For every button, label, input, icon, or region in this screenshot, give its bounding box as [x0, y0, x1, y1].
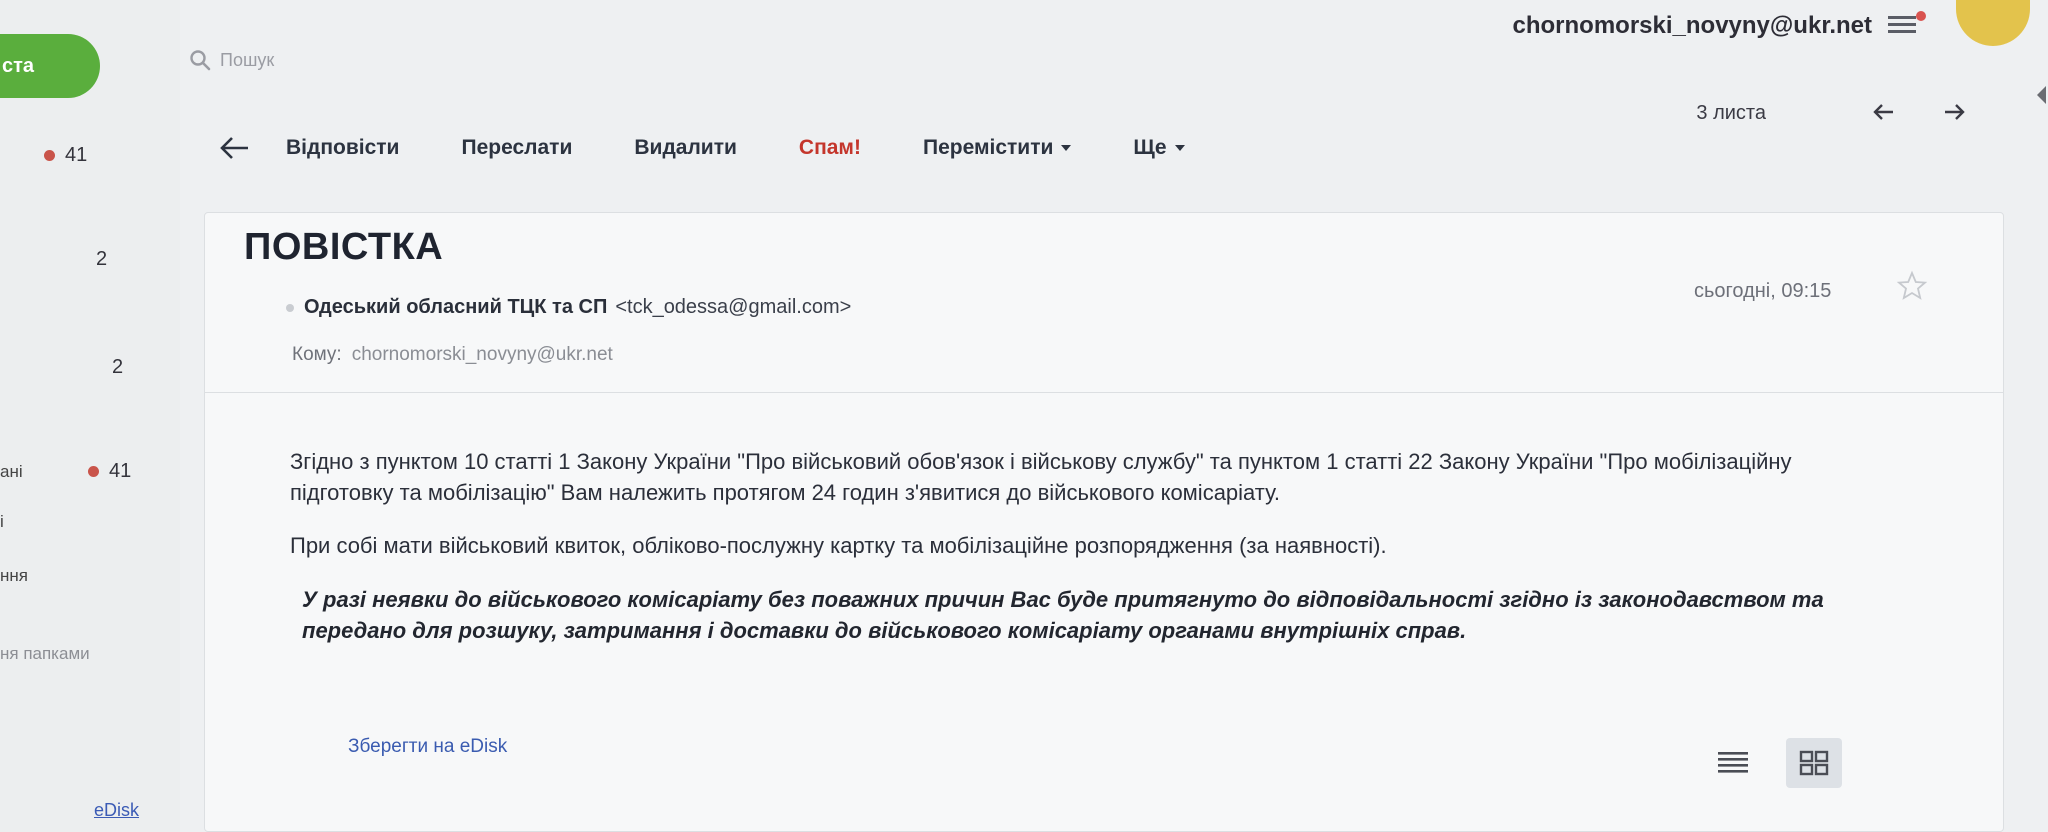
prev-arrow-icon[interactable] — [1870, 102, 1898, 122]
manage-folders-link[interactable]: ня папками — [0, 644, 90, 664]
move-label: Перемістити — [922, 136, 1054, 159]
message-warning-paragraph: У разі неявки до військового комісаріату… — [302, 587, 1824, 643]
list-view-icon[interactable] — [1716, 748, 1750, 776]
message-subject: ПОВІСТКА — [244, 226, 444, 268]
folder-label-fragment[interactable]: ння — [0, 566, 28, 586]
edisk-link[interactable]: eDisk — [94, 800, 139, 821]
folder-count-3[interactable]: 2 — [112, 356, 123, 379]
divider — [204, 392, 2004, 393]
count-value: 2 — [96, 248, 108, 270]
next-arrow-icon[interactable] — [1940, 102, 1968, 122]
message-body-paragraph: Згідно з пунктом 10 статті 1 Закону Укра… — [290, 449, 1792, 505]
grid-view-button[interactable] — [1786, 738, 1842, 788]
search-box[interactable]: Пошук — [188, 48, 274, 72]
recipient-email: chornomorski_novyny@ukr.net — [351, 344, 613, 365]
sender-name: Одеський обласний ТЦК та СП — [304, 296, 608, 318]
star-icon[interactable] — [1896, 270, 1928, 302]
back-arrow-icon[interactable] — [214, 132, 254, 164]
message-toolbar: Відповісти Переслати Видалити Спам! Пере… — [214, 128, 1247, 168]
count-value: 2 — [112, 356, 124, 378]
unread-dot-icon — [88, 466, 99, 478]
folder-count-inbox[interactable]: 41 — [44, 144, 87, 167]
collapse-arrow-icon[interactable] — [2034, 80, 2048, 110]
search-icon — [190, 50, 211, 71]
count-value: 41 — [109, 460, 132, 482]
folder-count-4[interactable]: 41 — [88, 460, 131, 483]
more-button[interactable]: Ще — [1133, 136, 1185, 160]
recipient-label: Кому: — [292, 344, 342, 365]
grid-view-icon — [1799, 750, 1829, 776]
folder-label-fragment[interactable]: ані — [0, 462, 23, 482]
message-date: сьогодні, 09:15 — [1694, 280, 1832, 302]
sidebar: ста 41 2 2 41 ані і ння ня папками eDisk — [0, 0, 180, 832]
folder-label-fragment[interactable]: і — [0, 512, 4, 532]
sender-status-icon — [286, 303, 294, 312]
move-button[interactable]: Перемістити — [922, 136, 1072, 160]
chevron-down-icon — [1174, 145, 1185, 152]
folder-count-2[interactable]: 2 — [96, 248, 107, 271]
message-recipient: Кому: chornomorski_novyny@ukr.net — [292, 344, 613, 366]
message-body-paragraph: При собі мати військовий квиток, обліков… — [290, 533, 1387, 558]
sender-email: <tck_odessa@gmail.com> — [615, 296, 852, 318]
compose-button[interactable]: ста — [0, 34, 100, 98]
spam-button[interactable]: Спам! — [799, 136, 861, 160]
more-label: Ще — [1133, 136, 1167, 159]
forward-button[interactable]: Переслати — [461, 136, 572, 160]
search-input[interactable]: Пошук — [220, 50, 274, 71]
delete-button[interactable]: Видалити — [634, 136, 737, 160]
count-value: 41 — [65, 144, 88, 166]
message-sender[interactable]: Одеський обласний ТЦК та СП <tck_odessa@g… — [286, 296, 851, 319]
reply-button[interactable]: Відповісти — [286, 136, 399, 160]
save-to-edisk-link[interactable]: Зберегти на eDisk — [348, 736, 507, 758]
chevron-down-icon — [1061, 145, 1072, 152]
message-count: 3 листа — [1696, 102, 1766, 124]
avatar[interactable] — [1956, 0, 2030, 46]
unread-dot-icon — [44, 150, 55, 162]
account-email[interactable]: chornomorski_novyny@ukr.net — [1513, 12, 1873, 40]
menu-icon[interactable] — [1884, 10, 1928, 40]
